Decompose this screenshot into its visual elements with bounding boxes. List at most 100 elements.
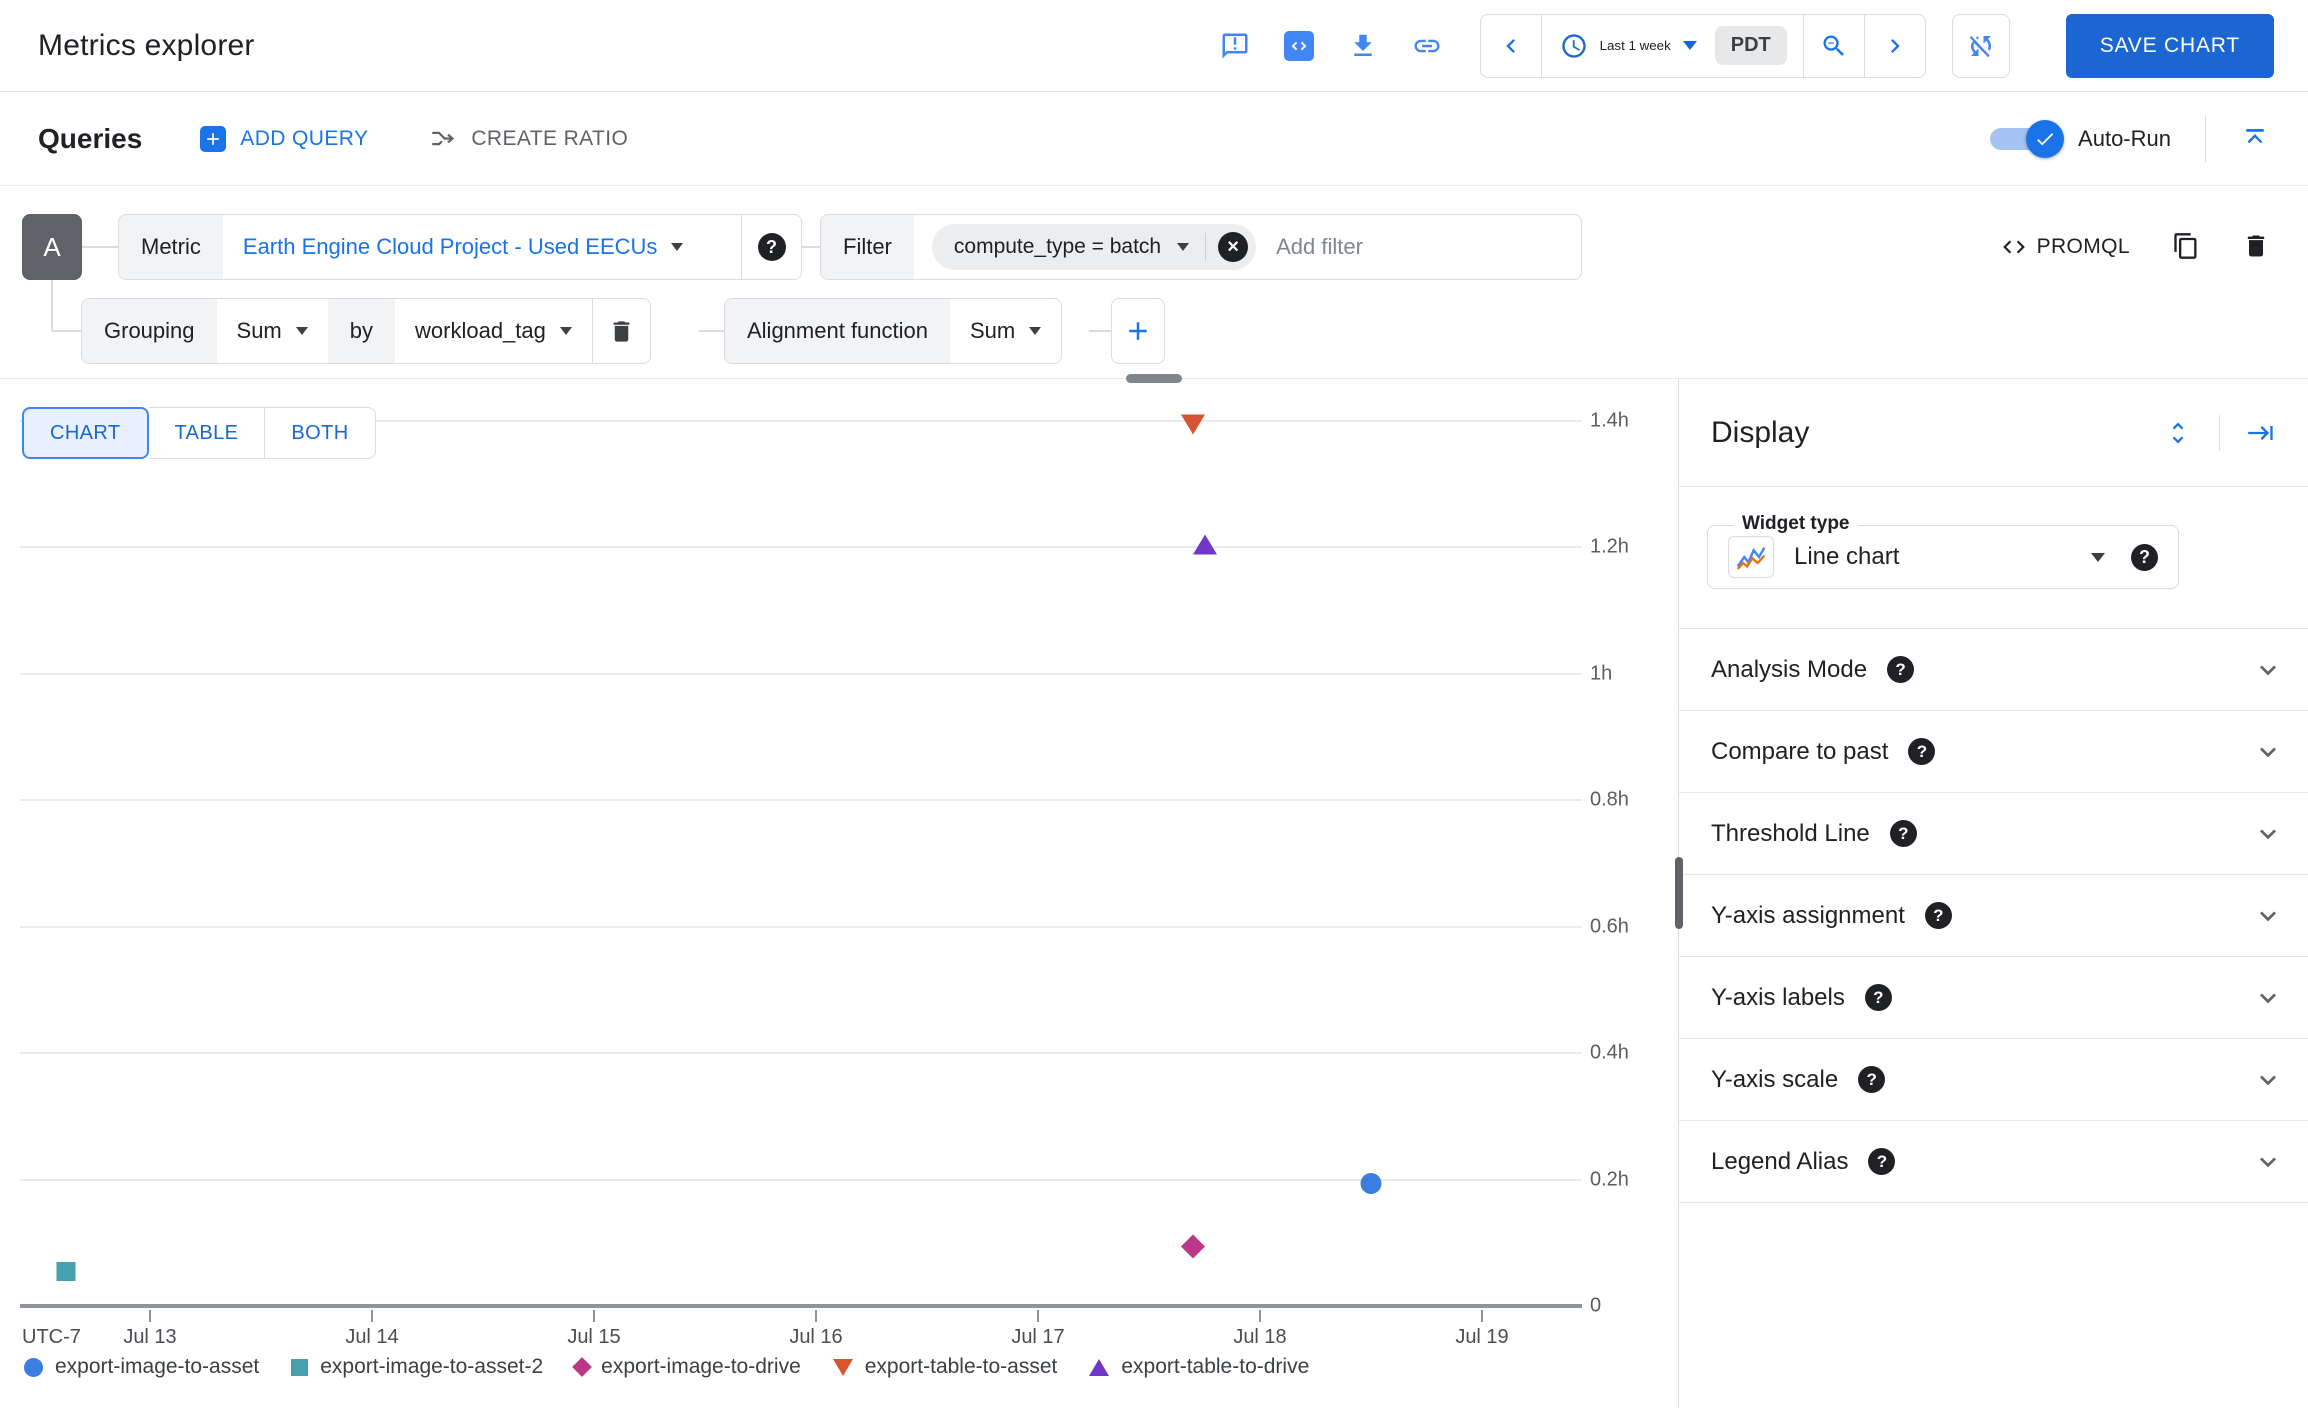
- chevron-down-icon: [2260, 746, 2276, 757]
- add-icon: [1129, 322, 1147, 340]
- add-query-button[interactable]: ADD QUERY: [200, 125, 369, 152]
- feedback-button[interactable]: [1216, 27, 1254, 65]
- metric-selector[interactable]: Earth Engine Cloud Project - Used EECUs: [223, 215, 741, 279]
- connector: [1089, 330, 1111, 332]
- gridline: [20, 672, 1582, 675]
- x-axis-tick-label: Jul 19: [1455, 1326, 1509, 1348]
- grouping-by-value: workload_tag: [415, 318, 546, 343]
- expand-all-sections-button[interactable]: [2159, 414, 2197, 452]
- create-ratio-button[interactable]: CREATE RATIO: [430, 125, 628, 152]
- grouping-by-selector[interactable]: workload_tag: [395, 299, 592, 363]
- time-range-selector[interactable]: Last 1 week: [1542, 15, 1715, 77]
- metric-help-cell[interactable]: [741, 215, 801, 279]
- view-tab-table[interactable]: TABLE: [148, 407, 266, 459]
- x-axis-tick: [593, 1310, 595, 1322]
- legend-item-export-image-to-drive[interactable]: export-image-to-drive: [572, 1355, 801, 1379]
- query-letter-chip[interactable]: A: [22, 214, 82, 280]
- panel-resize-handle[interactable]: [1675, 857, 1683, 929]
- delete-icon: [613, 320, 630, 342]
- check-icon: [2037, 132, 2054, 145]
- share-link-button[interactable]: [1408, 27, 1446, 65]
- resize-handle[interactable]: [1126, 374, 1182, 383]
- chevron-left-icon: [1505, 38, 1515, 53]
- copy-icon: [2174, 232, 2197, 259]
- alignment-value: Sum: [970, 318, 1016, 343]
- delete-query-button[interactable]: [2242, 232, 2270, 263]
- y-axis-tick-label: 0.2h: [1590, 1168, 1629, 1190]
- chevron-down-icon: [2091, 552, 2105, 562]
- triangle-down-marker: [1181, 414, 1206, 435]
- code-icon: [2002, 240, 2025, 254]
- save-chart-button[interactable]: SAVE CHART: [2065, 13, 2274, 78]
- legend-label: export-image-to-asset-2: [320, 1355, 544, 1378]
- help-icon: [1908, 738, 1936, 765]
- display-section-legend-alias[interactable]: Legend Alias: [1679, 1121, 2308, 1203]
- y-axis-tick-label: 0.8h: [1590, 788, 1629, 811]
- view-tab-both[interactable]: BOTH: [265, 407, 376, 459]
- section-label: Threshold Line: [1711, 819, 1870, 847]
- display-section-compare-to-past[interactable]: Compare to past: [1679, 711, 2308, 793]
- auto-refresh-off-button[interactable]: [1951, 13, 2010, 78]
- filter-chip-value: compute_type = batch: [953, 235, 1162, 258]
- collapse-panel-button[interactable]: [2242, 414, 2280, 452]
- display-section-analysis-mode[interactable]: Analysis Mode: [1679, 629, 2308, 711]
- time-back-button[interactable]: [1481, 15, 1541, 77]
- grouping-selector[interactable]: Sum: [217, 299, 328, 363]
- collapse-all-button[interactable]: [2236, 120, 2274, 158]
- queries-bar-right: Auto-Run: [1990, 115, 2274, 162]
- download-button[interactable]: [1344, 27, 1382, 65]
- legend-item-export-table-to-asset[interactable]: export-table-to-asset: [832, 1355, 1057, 1379]
- connector: [52, 330, 81, 332]
- chevron-down-icon: [295, 327, 308, 335]
- divider: [2205, 115, 2206, 162]
- view-tab-chart[interactable]: CHART: [22, 407, 149, 459]
- widget-type-select[interactable]: Widget type Line chart: [1707, 513, 2179, 589]
- metric-label: Metric: [119, 215, 223, 279]
- time-forward-button[interactable]: [1865, 15, 1925, 77]
- chevron-down-icon: [2260, 1074, 2276, 1085]
- widget-type-value: Line chart: [1794, 543, 1900, 570]
- chevron-down-icon: [671, 243, 684, 251]
- alignment-selector[interactable]: Sum: [950, 299, 1061, 363]
- download-icon: [1353, 34, 1372, 56]
- circle-marker: [24, 1357, 43, 1377]
- divider: [1205, 233, 1207, 261]
- queries-bar: Queries ADD QUERY CREATE RATIO Auto-Run: [0, 92, 2308, 186]
- display-section-y-axis-assignment[interactable]: Y-axis assignment: [1679, 875, 2308, 957]
- display-panel: Display Widget type Line chart Analysis …: [1675, 379, 2308, 1408]
- legend-item-export-image-to-asset[interactable]: export-image-to-asset: [24, 1355, 259, 1379]
- grouping-control: Grouping Sum by workload_tag: [81, 298, 651, 364]
- filter-control: Filter compute_type = batch: [820, 214, 1582, 280]
- filter-chip[interactable]: compute_type = batch: [931, 224, 1257, 270]
- help-icon[interactable]: [2131, 543, 2158, 571]
- display-section-y-axis-scale[interactable]: Y-axis scale: [1679, 1039, 2308, 1121]
- promql-button[interactable]: PROMQL: [2001, 234, 2130, 260]
- x-axis-tick-label: Jul 15: [567, 1326, 621, 1348]
- chevron-down-icon: [559, 327, 572, 335]
- help-icon: [1868, 1148, 1896, 1175]
- timezone-badge[interactable]: PDT: [1714, 26, 1787, 65]
- code-button[interactable]: [1280, 27, 1318, 65]
- main-area: CHART TABLE BOTH UTC-7 1.4h 1.2h 1h 0.8h 0.6h 0…: [0, 379, 2308, 1408]
- remove-grouping-button[interactable]: [591, 299, 650, 363]
- duplicate-query-button[interactable]: [2172, 232, 2200, 263]
- legend-item-export-image-to-asset-2[interactable]: export-image-to-asset-2: [291, 1355, 543, 1379]
- add-query-label: ADD QUERY: [240, 126, 369, 150]
- display-section-threshold-line[interactable]: Threshold Line: [1679, 793, 2308, 875]
- zoom-out-button[interactable]: [1804, 15, 1864, 77]
- gridline: [20, 925, 1582, 928]
- help-icon: [757, 233, 786, 261]
- add-step-button[interactable]: [1111, 298, 1165, 364]
- chevron-down-icon: [2260, 828, 2276, 839]
- add-filter-input[interactable]: [1274, 215, 1567, 279]
- page-title: Metrics explorer: [38, 28, 255, 62]
- auto-run-toggle[interactable]: [1990, 119, 2065, 158]
- section-label: Analysis Mode: [1711, 655, 1868, 683]
- auto-run-label: Auto-Run: [2078, 125, 2171, 151]
- legend-item-export-table-to-drive[interactable]: export-table-to-drive: [1089, 1355, 1309, 1379]
- display-section-y-axis-labels[interactable]: Y-axis labels: [1679, 957, 2308, 1039]
- remove-filter-button[interactable]: [1218, 232, 1249, 262]
- section-label: Y-axis scale: [1711, 1065, 1839, 1093]
- triangle-down-marker: [832, 1358, 853, 1376]
- legend-label: export-image-to-asset: [55, 1355, 260, 1378]
